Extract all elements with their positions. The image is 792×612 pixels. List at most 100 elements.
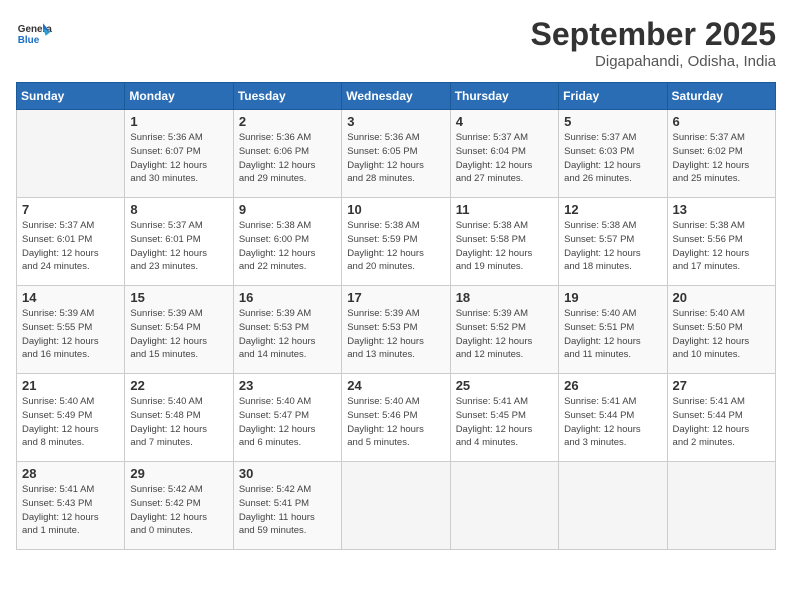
month-title: September 2025 [531, 16, 776, 53]
day-info: Sunrise: 5:38 AM Sunset: 5:57 PM Dayligh… [564, 219, 661, 274]
day-number: 7 [22, 202, 119, 217]
day-info: Sunrise: 5:36 AM Sunset: 6:07 PM Dayligh… [130, 131, 227, 186]
calendar-cell: 9 Sunrise: 5:38 AM Sunset: 6:00 PM Daylig… [233, 198, 341, 286]
calendar-cell [559, 462, 667, 550]
calendar-cell: 22 Sunrise: 5:40 AM Sunset: 5:48 PM Dayli… [125, 374, 233, 462]
calendar-cell: 3 Sunrise: 5:36 AM Sunset: 6:05 PM Daylig… [342, 110, 450, 198]
day-number: 26 [564, 378, 661, 393]
day-info: Sunrise: 5:39 AM Sunset: 5:54 PM Dayligh… [130, 307, 227, 362]
day-number: 28 [22, 466, 119, 481]
day-number: 6 [673, 114, 770, 129]
day-header-thursday: Thursday [450, 83, 558, 110]
calendar-week-row: 1Sunrise: 5:36 AM Sunset: 6:07 PM Daylig… [17, 110, 776, 198]
day-info: Sunrise: 5:38 AM Sunset: 5:59 PM Dayligh… [347, 219, 444, 274]
day-info: Sunrise: 5:37 AM Sunset: 6:03 PM Dayligh… [564, 131, 661, 186]
day-info: Sunrise: 5:41 AM Sunset: 5:45 PM Dayligh… [456, 395, 553, 450]
day-info: Sunrise: 5:41 AM Sunset: 5:43 PM Dayligh… [22, 483, 119, 538]
day-info: Sunrise: 5:37 AM Sunset: 6:01 PM Dayligh… [22, 219, 119, 274]
day-number: 12 [564, 202, 661, 217]
day-number: 25 [456, 378, 553, 393]
day-number: 30 [239, 466, 336, 481]
day-info: Sunrise: 5:38 AM Sunset: 6:00 PM Dayligh… [239, 219, 336, 274]
day-header-tuesday: Tuesday [233, 83, 341, 110]
day-info: Sunrise: 5:39 AM Sunset: 5:53 PM Dayligh… [347, 307, 444, 362]
calendar-cell: 23Sunrise: 5:40 AM Sunset: 5:47 PM Dayli… [233, 374, 341, 462]
day-number: 5 [564, 114, 661, 129]
calendar-cell: 29 Sunrise: 5:42 AM Sunset: 5:42 PM Dayli… [125, 462, 233, 550]
day-info: Sunrise: 5:39 AM Sunset: 5:55 PM Dayligh… [22, 307, 119, 362]
calendar-cell: 6 Sunrise: 5:37 AM Sunset: 6:02 PM Daylig… [667, 110, 775, 198]
calendar-cell: 4 Sunrise: 5:37 AM Sunset: 6:04 PM Daylig… [450, 110, 558, 198]
calendar-cell: 14 Sunrise: 5:39 AM Sunset: 5:55 PM Dayli… [17, 286, 125, 374]
day-info: Sunrise: 5:37 AM Sunset: 6:02 PM Dayligh… [673, 131, 770, 186]
day-info: Sunrise: 5:40 AM Sunset: 5:50 PM Dayligh… [673, 307, 770, 362]
day-number: 9 [239, 202, 336, 217]
day-number: 11 [456, 202, 553, 217]
day-info: Sunrise: 5:38 AM Sunset: 5:58 PM Dayligh… [456, 219, 553, 274]
day-info: Sunrise: 5:41 AM Sunset: 5:44 PM Dayligh… [564, 395, 661, 450]
day-number: 16 [239, 290, 336, 305]
calendar-cell: 20 Sunrise: 5:40 AM Sunset: 5:50 PM Dayli… [667, 286, 775, 374]
calendar-cell: 26 Sunrise: 5:41 AM Sunset: 5:44 PM Dayli… [559, 374, 667, 462]
calendar-cell: 18Sunrise: 5:39 AM Sunset: 5:52 PM Dayli… [450, 286, 558, 374]
calendar-week-row: 7 Sunrise: 5:37 AM Sunset: 6:01 PM Daylig… [17, 198, 776, 286]
calendar-cell [17, 110, 125, 198]
calendar-cell: 2 Sunrise: 5:36 AM Sunset: 6:06 PM Daylig… [233, 110, 341, 198]
location: Digapahandi, Odisha, India [531, 53, 776, 70]
calendar-week-row: 14 Sunrise: 5:39 AM Sunset: 5:55 PM Dayli… [17, 286, 776, 374]
day-info: Sunrise: 5:40 AM Sunset: 5:49 PM Dayligh… [22, 395, 119, 450]
calendar-cell [342, 462, 450, 550]
calendar-cell: 24Sunrise: 5:40 AM Sunset: 5:46 PM Dayli… [342, 374, 450, 462]
day-header-saturday: Saturday [667, 83, 775, 110]
calendar-cell: 25 Sunrise: 5:41 AM Sunset: 5:45 PM Dayli… [450, 374, 558, 462]
day-number: 22 [130, 378, 227, 393]
calendar-cell [667, 462, 775, 550]
calendar-cell: 1Sunrise: 5:36 AM Sunset: 6:07 PM Daylig… [125, 110, 233, 198]
day-info: Sunrise: 5:37 AM Sunset: 6:04 PM Dayligh… [456, 131, 553, 186]
logo-icon: General Blue [16, 16, 52, 52]
calendar-cell: 13Sunrise: 5:38 AM Sunset: 5:56 PM Dayli… [667, 198, 775, 286]
day-number: 10 [347, 202, 444, 217]
day-number: 14 [22, 290, 119, 305]
day-info: Sunrise: 5:37 AM Sunset: 6:01 PM Dayligh… [130, 219, 227, 274]
day-number: 27 [673, 378, 770, 393]
day-number: 13 [673, 202, 770, 217]
day-number: 15 [130, 290, 227, 305]
day-number: 20 [673, 290, 770, 305]
day-header-friday: Friday [559, 83, 667, 110]
calendar-cell: 28 Sunrise: 5:41 AM Sunset: 5:43 PM Dayli… [17, 462, 125, 550]
day-number: 19 [564, 290, 661, 305]
day-number: 17 [347, 290, 444, 305]
day-info: Sunrise: 5:40 AM Sunset: 5:48 PM Dayligh… [130, 395, 227, 450]
day-info: Sunrise: 5:36 AM Sunset: 6:05 PM Dayligh… [347, 131, 444, 186]
day-header-wednesday: Wednesday [342, 83, 450, 110]
day-info: Sunrise: 5:40 AM Sunset: 5:51 PM Dayligh… [564, 307, 661, 362]
calendar-body: 1Sunrise: 5:36 AM Sunset: 6:07 PM Daylig… [17, 110, 776, 550]
day-info: Sunrise: 5:39 AM Sunset: 5:52 PM Dayligh… [456, 307, 553, 362]
calendar-week-row: 28 Sunrise: 5:41 AM Sunset: 5:43 PM Dayli… [17, 462, 776, 550]
day-info: Sunrise: 5:42 AM Sunset: 5:42 PM Dayligh… [130, 483, 227, 538]
day-header-monday: Monday [125, 83, 233, 110]
calendar-cell: 19 Sunrise: 5:40 AM Sunset: 5:51 PM Dayli… [559, 286, 667, 374]
calendar-cell: 27 Sunrise: 5:41 AM Sunset: 5:44 PM Dayli… [667, 374, 775, 462]
page-header: General Blue September 2025 Digapahandi,… [16, 16, 776, 70]
day-info: Sunrise: 5:36 AM Sunset: 6:06 PM Dayligh… [239, 131, 336, 186]
day-number: 4 [456, 114, 553, 129]
svg-text:Blue: Blue [18, 35, 40, 46]
calendar-cell [450, 462, 558, 550]
day-number: 3 [347, 114, 444, 129]
calendar-cell: 10 Sunrise: 5:38 AM Sunset: 5:59 PM Dayli… [342, 198, 450, 286]
calendar-cell: 16Sunrise: 5:39 AM Sunset: 5:53 PM Dayli… [233, 286, 341, 374]
day-number: 21 [22, 378, 119, 393]
day-number: 23 [239, 378, 336, 393]
day-info: Sunrise: 5:41 AM Sunset: 5:44 PM Dayligh… [673, 395, 770, 450]
day-info: Sunrise: 5:42 AM Sunset: 5:41 PM Dayligh… [239, 483, 336, 538]
calendar-cell: 7 Sunrise: 5:37 AM Sunset: 6:01 PM Daylig… [17, 198, 125, 286]
day-header-sunday: Sunday [17, 83, 125, 110]
calendar-cell: 17 Sunrise: 5:39 AM Sunset: 5:53 PM Dayli… [342, 286, 450, 374]
calendar-cell: 12 Sunrise: 5:38 AM Sunset: 5:57 PM Dayli… [559, 198, 667, 286]
logo: General Blue [16, 16, 52, 52]
day-number: 24 [347, 378, 444, 393]
day-number: 2 [239, 114, 336, 129]
day-number: 29 [130, 466, 227, 481]
